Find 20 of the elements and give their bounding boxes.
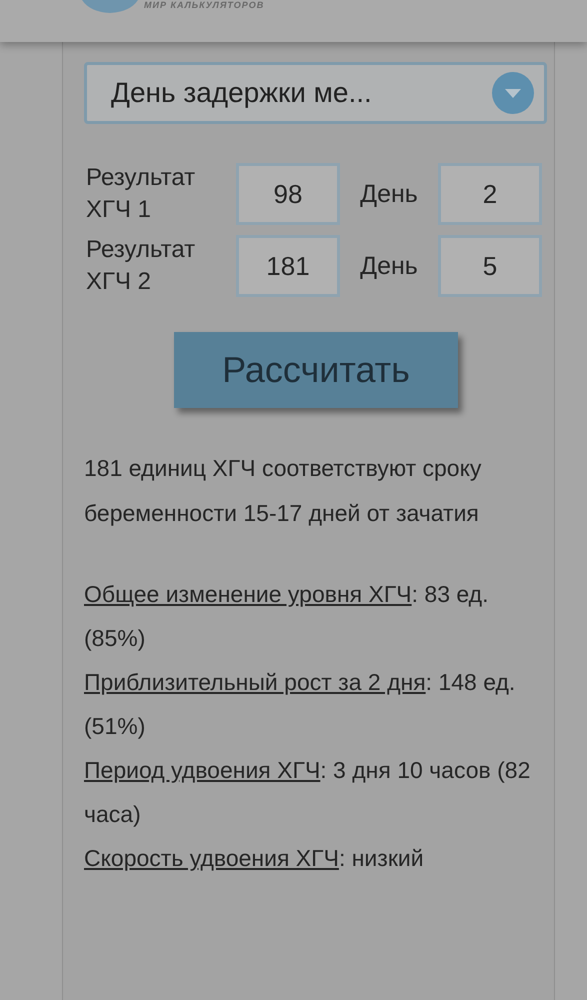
result-line: Общее изменение уровня ХГЧ: 83 ед. (85%)	[84, 580, 490, 653]
field-label: Результат ХГЧ 2	[85, 235, 196, 297]
dropdown-select[interactable]: День задержки ме...	[84, 62, 547, 124]
field-label: Результат ХГЧ 1	[85, 163, 196, 225]
term-link[interactable]: Период удвоения ХГЧ	[84, 757, 320, 783]
result-line: Скорость удвоения ХГЧ: низкий	[84, 844, 425, 873]
field-label: День	[359, 252, 419, 280]
input-field[interactable]: 181	[236, 235, 340, 297]
result-line: Приблизительный рост за 2 дня: 148 ед. (51%)	[84, 668, 516, 741]
term-link[interactable]: Приблизительный рост за 2 дня	[84, 669, 426, 695]
logo-icon[interactable]	[80, 0, 140, 14]
term-link[interactable]: Скорость удвоения ХГЧ	[84, 845, 339, 871]
input-field[interactable]: 98	[236, 163, 340, 225]
result-line: Период удвоения ХГЧ: 3 дня 10 часов (82 часа)	[84, 756, 532, 829]
field-label: День	[359, 180, 419, 208]
input-field[interactable]: 2	[438, 163, 542, 225]
term-link[interactable]: Общее изменение уровня ХГЧ	[84, 581, 412, 607]
input-field[interactable]: 5	[438, 235, 542, 297]
site-tagline: МИР КАЛЬКУЛЯТОРОВ	[144, 0, 264, 10]
result-summary: 181 единиц ХГЧ соответствуют сроку беременности 15-17 дней от зачатия	[84, 454, 482, 528]
